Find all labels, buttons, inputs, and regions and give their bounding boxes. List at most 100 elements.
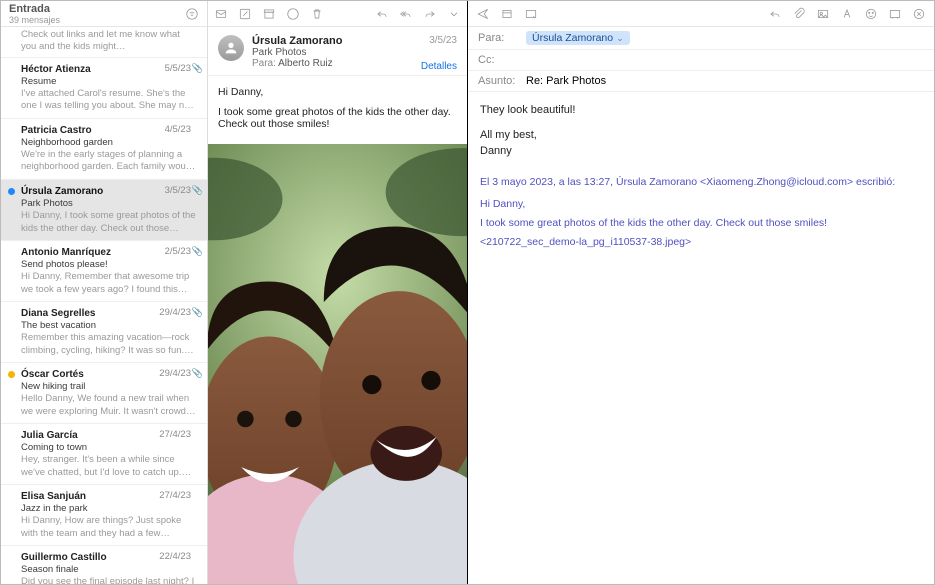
message-list-item[interactable]: Patricia Castro4/5/23Neighborhood garden… <box>1 119 207 180</box>
partial-previous-message[interactable]: Check out links and let me know what you… <box>1 27 207 58</box>
list-date: 22/4/23 <box>159 551 191 563</box>
list-preview: Hi Danny, I took some great photos of th… <box>21 210 197 235</box>
forward-icon[interactable] <box>423 7 437 21</box>
compose-body[interactable]: They look beautiful! All my best, Danny … <box>468 92 934 584</box>
cc-input[interactable] <box>526 54 924 66</box>
message-header: Úrsula Zamorano Park Photos Para: Albert… <box>208 27 467 76</box>
message-list-item[interactable]: Diana Segrelles29/4/23📎The best vacation… <box>1 302 207 363</box>
list-subject: Jazz in the park <box>21 503 197 515</box>
subject-input[interactable] <box>526 75 924 87</box>
list-subject: Resume <box>21 76 197 88</box>
details-link[interactable]: Detalles <box>421 61 457 72</box>
move-icon[interactable] <box>286 7 300 21</box>
list-preview: Remember this amazing vacation—rock clim… <box>21 332 197 357</box>
list-subject: Coming to town <box>21 442 197 454</box>
message-list-item[interactable]: Héctor Atienza5/5/23📎ResumeI've attached… <box>1 58 207 119</box>
compose-line1: They look beautiful! <box>480 102 922 119</box>
reply-all-icon[interactable] <box>399 7 413 21</box>
message-list-pane: Entrada 39 mensajes Check out links and … <box>1 1 208 584</box>
list-date: 3/5/23 <box>165 185 191 197</box>
message-list-scroll[interactable]: Check out links and let me know what you… <box>1 27 207 584</box>
to-label: Para: <box>252 58 276 69</box>
list-subject: Send photos please! <box>21 259 197 271</box>
recipient-pill[interactable]: Úrsula Zamorano ⌄ <box>526 31 630 45</box>
compose-subject-row[interactable]: Asunto: <box>468 71 934 92</box>
body-text: I took some great photos of the kids the… <box>218 106 457 130</box>
header-fields-icon[interactable] <box>500 7 514 21</box>
chevron-down-icon[interactable]: ⌄ <box>616 33 624 44</box>
avatar[interactable] <box>218 35 244 61</box>
view-to-line: Para: Alberto Ruiz <box>252 58 342 69</box>
reply-type-icon[interactable] <box>768 7 782 21</box>
compose-dropdown-icon[interactable] <box>524 7 538 21</box>
compose-icon[interactable] <box>238 7 252 21</box>
view-subject: Park Photos <box>252 47 342 58</box>
message-list-item[interactable]: Guillermo Castillo22/4/23Season finaleDi… <box>1 546 207 584</box>
quote-meta: El 3 mayo 2023, a las 13:27, Úrsula Zamo… <box>480 174 922 191</box>
message-list-item[interactable]: Julia García27/4/23Coming to townHey, st… <box>1 424 207 485</box>
compose-subject-label: Asunto: <box>478 75 526 87</box>
list-date: 5/5/23 <box>165 63 191 75</box>
format-icon[interactable] <box>840 7 854 21</box>
attachment-icon: 📎 <box>192 307 203 319</box>
message-list-item[interactable]: Óscar Cortés29/4/23📎New hiking trailHell… <box>1 363 207 424</box>
compose-signoff1: All my best, <box>480 127 922 144</box>
list-preview: We're in the early stages of planning a … <box>21 149 197 174</box>
list-preview: Hello Danny, We found a new trail when w… <box>21 393 197 418</box>
view-date: 3/5/23 <box>429 35 457 46</box>
list-date: 29/4/23 <box>159 368 191 380</box>
emoji-icon[interactable] <box>864 7 878 21</box>
list-date: 27/4/23 <box>159 429 191 441</box>
media-icon[interactable] <box>888 7 902 21</box>
attach-icon[interactable] <box>792 7 806 21</box>
delete-icon[interactable] <box>310 7 324 21</box>
list-date: 4/5/23 <box>165 124 191 136</box>
compose-toolbar <box>468 1 934 27</box>
recipient-name: Úrsula Zamorano <box>532 32 613 44</box>
compose-to-label: Para: <box>478 32 526 44</box>
more-icon[interactable] <box>447 7 461 21</box>
list-preview: Did you see the final episode last night… <box>21 576 197 584</box>
list-preview: Hey, stranger. It's been a while since w… <box>21 454 197 479</box>
list-subject: New hiking trail <box>21 381 197 393</box>
reply-icon[interactable] <box>375 7 389 21</box>
list-subject: Neighborhood garden <box>21 137 197 149</box>
quote-line1: Hi Danny, <box>480 196 922 213</box>
compose-cc-row[interactable]: Cc: <box>468 50 934 71</box>
mailbox-count: 39 mensajes <box>9 15 60 25</box>
message-list-item[interactable]: Elisa Sanjuán27/4/23Jazz in the parkHi D… <box>1 485 207 546</box>
list-subject: Park Photos <box>21 198 197 210</box>
quoted-original: El 3 mayo 2023, a las 13:27, Úrsula Zamo… <box>480 174 922 251</box>
status-dot <box>8 188 15 195</box>
list-date: 2/5/23 <box>165 246 191 258</box>
list-subject: Season finale <box>21 564 197 576</box>
attachment-icon: 📎 <box>192 185 203 197</box>
view-sender: Úrsula Zamorano <box>252 35 342 47</box>
compose-pane: Para: Úrsula Zamorano ⌄ Cc: Asunto: They… <box>468 1 934 584</box>
list-date: 27/4/23 <box>159 490 191 502</box>
message-list-item[interactable]: Úrsula Zamorano3/5/23📎Park PhotosHi Dann… <box>1 180 207 241</box>
send-icon[interactable] <box>476 7 490 21</box>
list-preview: Hi Danny, Remember that awesome trip we … <box>21 271 197 296</box>
filter-icon[interactable] <box>185 7 199 21</box>
attachment-icon: 📎 <box>192 368 203 380</box>
list-date: 29/4/23 <box>159 307 191 319</box>
body-greeting: Hi Danny, <box>218 86 457 98</box>
message-body: Hi Danny, I took some great photos of th… <box>208 76 467 144</box>
message-list-item[interactable]: Antonio Manríquez2/5/23📎Send photos plea… <box>1 241 207 302</box>
quote-line2: I took some great photos of the kids the… <box>480 215 922 232</box>
compose-to-row[interactable]: Para: Úrsula Zamorano ⌄ <box>468 27 934 50</box>
status-dot <box>8 371 15 378</box>
list-subject: The best vacation <box>21 320 197 332</box>
junk-icon[interactable] <box>214 7 228 21</box>
list-preview: I've attached Carol's resume. She's the … <box>21 88 197 113</box>
archive-icon[interactable] <box>262 7 276 21</box>
attachment-icon: 📎 <box>192 246 203 258</box>
view-to-name[interactable]: Alberto Ruiz <box>278 58 332 69</box>
attachment-photo[interactable] <box>208 144 467 584</box>
link-icon[interactable] <box>912 7 926 21</box>
compose-cc-label: Cc: <box>478 54 526 66</box>
attachment-icon: 📎 <box>192 63 203 75</box>
photo-icon[interactable] <box>816 7 830 21</box>
list-preview: Hi Danny, How are things? Just spoke wit… <box>21 515 197 540</box>
